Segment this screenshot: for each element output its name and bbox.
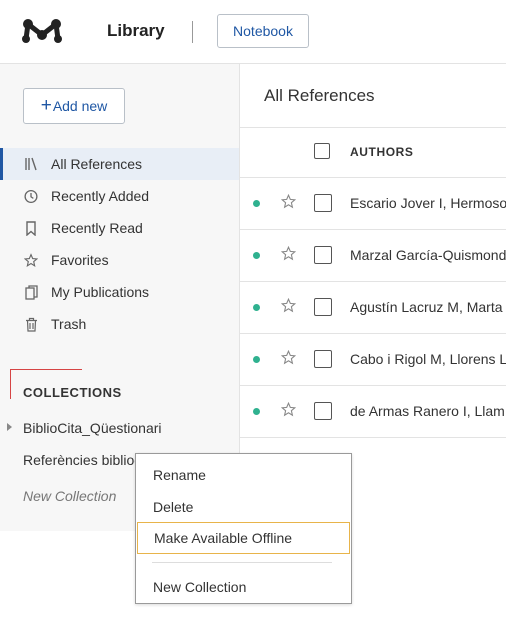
notebook-button[interactable]: Notebook (217, 14, 309, 48)
delete-menu-item[interactable]: Delete (136, 491, 351, 523)
bookmark-icon (24, 220, 38, 236)
authors-cell: Cabo i Rigol M, Llorens L (350, 351, 506, 367)
authors-cell: Escario Jover I, Hermoso (350, 195, 506, 211)
unread-dot-icon (253, 408, 260, 415)
select-all-checkbox[interactable] (314, 143, 330, 159)
collections-heading: COLLECTIONS (23, 385, 122, 400)
star-icon[interactable] (281, 194, 296, 209)
star-icon[interactable] (281, 402, 296, 417)
clock-icon (24, 188, 38, 204)
authors-cell: de Armas Ranero I, Llam (350, 403, 505, 419)
star-icon (24, 252, 38, 268)
unread-dot-icon (253, 356, 260, 363)
chevron-right-icon[interactable] (7, 423, 12, 431)
row-checkbox[interactable] (314, 402, 332, 420)
sidebar-item-label: All References (51, 156, 143, 172)
table-row[interactable]: Agustín Lacruz M, Marta (240, 282, 506, 334)
drop-indicator (10, 369, 82, 370)
menu-divider (152, 562, 332, 563)
table-row[interactable]: Cabo i Rigol M, Llorens L (240, 334, 506, 386)
add-new-label: Add new (52, 98, 108, 114)
row-checkbox[interactable] (314, 298, 332, 316)
new-collection-link[interactable]: New Collection (23, 488, 116, 504)
collection-item[interactable]: BiblioCita_Qüestionari (23, 420, 162, 436)
row-divider (240, 437, 506, 438)
context-menu: Rename Delete Make Available Offline New… (135, 453, 352, 604)
sidebar-item-recently-read[interactable]: Recently Read (0, 212, 239, 244)
sidebar-item-label: Favorites (51, 252, 109, 268)
plus-icon: + (40, 95, 52, 116)
sidebar-item-label: Trash (51, 316, 87, 332)
sidebar-item-recently-added[interactable]: Recently Added (0, 180, 239, 212)
make-available-offline-menu-item[interactable]: Make Available Offline (137, 522, 350, 554)
unread-dot-icon (253, 252, 260, 259)
star-icon[interactable] (281, 246, 296, 261)
drop-indicator-edge (10, 369, 11, 399)
new-collection-menu-item[interactable]: New Collection (136, 571, 351, 603)
row-checkbox[interactable] (314, 350, 332, 368)
row-checkbox[interactable] (314, 194, 332, 212)
top-bar: Library Notebook (0, 0, 506, 64)
trash-icon (24, 316, 38, 332)
sidebar-item-favorites[interactable]: Favorites (0, 244, 239, 276)
sidebar-item-label: Recently Read (51, 220, 143, 236)
add-new-button[interactable]: + Add new (23, 88, 125, 124)
library-icon (24, 156, 38, 172)
rename-menu-item[interactable]: Rename (136, 459, 351, 491)
authors-cell: Marzal García-Quismondo (350, 247, 506, 263)
table-row[interactable]: Escario Jover I, Hermoso (240, 178, 506, 230)
row-checkbox[interactable] (314, 246, 332, 264)
table-row[interactable]: Marzal García-Quismondo (240, 230, 506, 282)
table-row[interactable]: de Armas Ranero I, Llam (240, 386, 506, 438)
sidebar-item-my-publications[interactable]: My Publications (0, 276, 239, 308)
sidebar-item-label: My Publications (51, 284, 150, 300)
publications-icon (24, 284, 38, 300)
sidebar-item-all-references[interactable]: All References (0, 148, 239, 180)
authors-cell: Agustín Lacruz M, Marta (350, 299, 503, 315)
header-divider (240, 127, 506, 128)
star-icon[interactable] (281, 298, 296, 313)
sidebar-item-trash[interactable]: Trash (0, 308, 239, 340)
main-header: All References (264, 86, 375, 105)
column-header-authors[interactable]: AUTHORS (350, 145, 414, 159)
sidebar-item-label: Recently Added (51, 188, 150, 204)
unread-dot-icon (253, 304, 260, 311)
page-title: Library (107, 21, 165, 40)
star-icon[interactable] (281, 350, 296, 365)
unread-dot-icon (253, 200, 260, 207)
collection-item[interactable]: Referències bibliog (23, 452, 142, 468)
mendeley-logo-icon[interactable] (22, 18, 62, 44)
header-divider (192, 21, 193, 43)
